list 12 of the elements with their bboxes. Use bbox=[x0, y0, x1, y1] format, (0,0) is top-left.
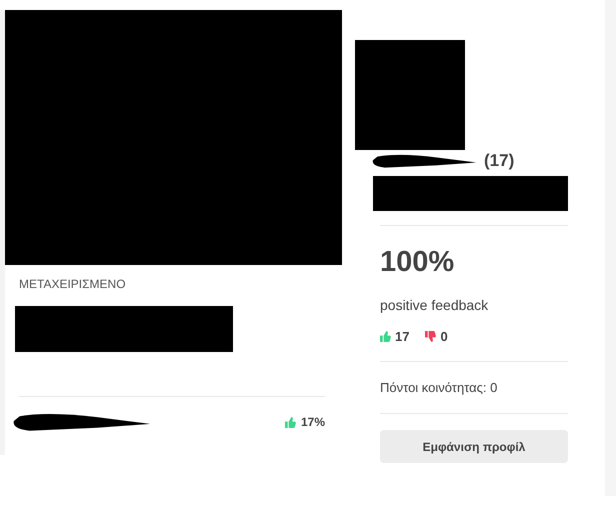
positive-count: 17 bbox=[380, 329, 410, 344]
thumbs-up-icon bbox=[284, 416, 296, 428]
community-points: Πόντοι κοινότητας: 0 bbox=[380, 379, 498, 397]
feedback-label: positive feedback bbox=[380, 297, 490, 313]
condition-label: ΜΕΤΑΧΕΙΡΙΣΜΕΝΟ bbox=[19, 277, 127, 291]
thumbs-down-icon bbox=[425, 331, 436, 342]
review-count: (17) bbox=[484, 151, 514, 171]
seller-rating: 17% bbox=[284, 415, 325, 429]
view-profile-button[interactable]: Εμφάνιση προφίλ bbox=[380, 430, 568, 463]
negative-count: 0 bbox=[425, 329, 448, 344]
thumbs-up-icon bbox=[380, 331, 391, 342]
feedback-score: 100% bbox=[380, 246, 456, 279]
